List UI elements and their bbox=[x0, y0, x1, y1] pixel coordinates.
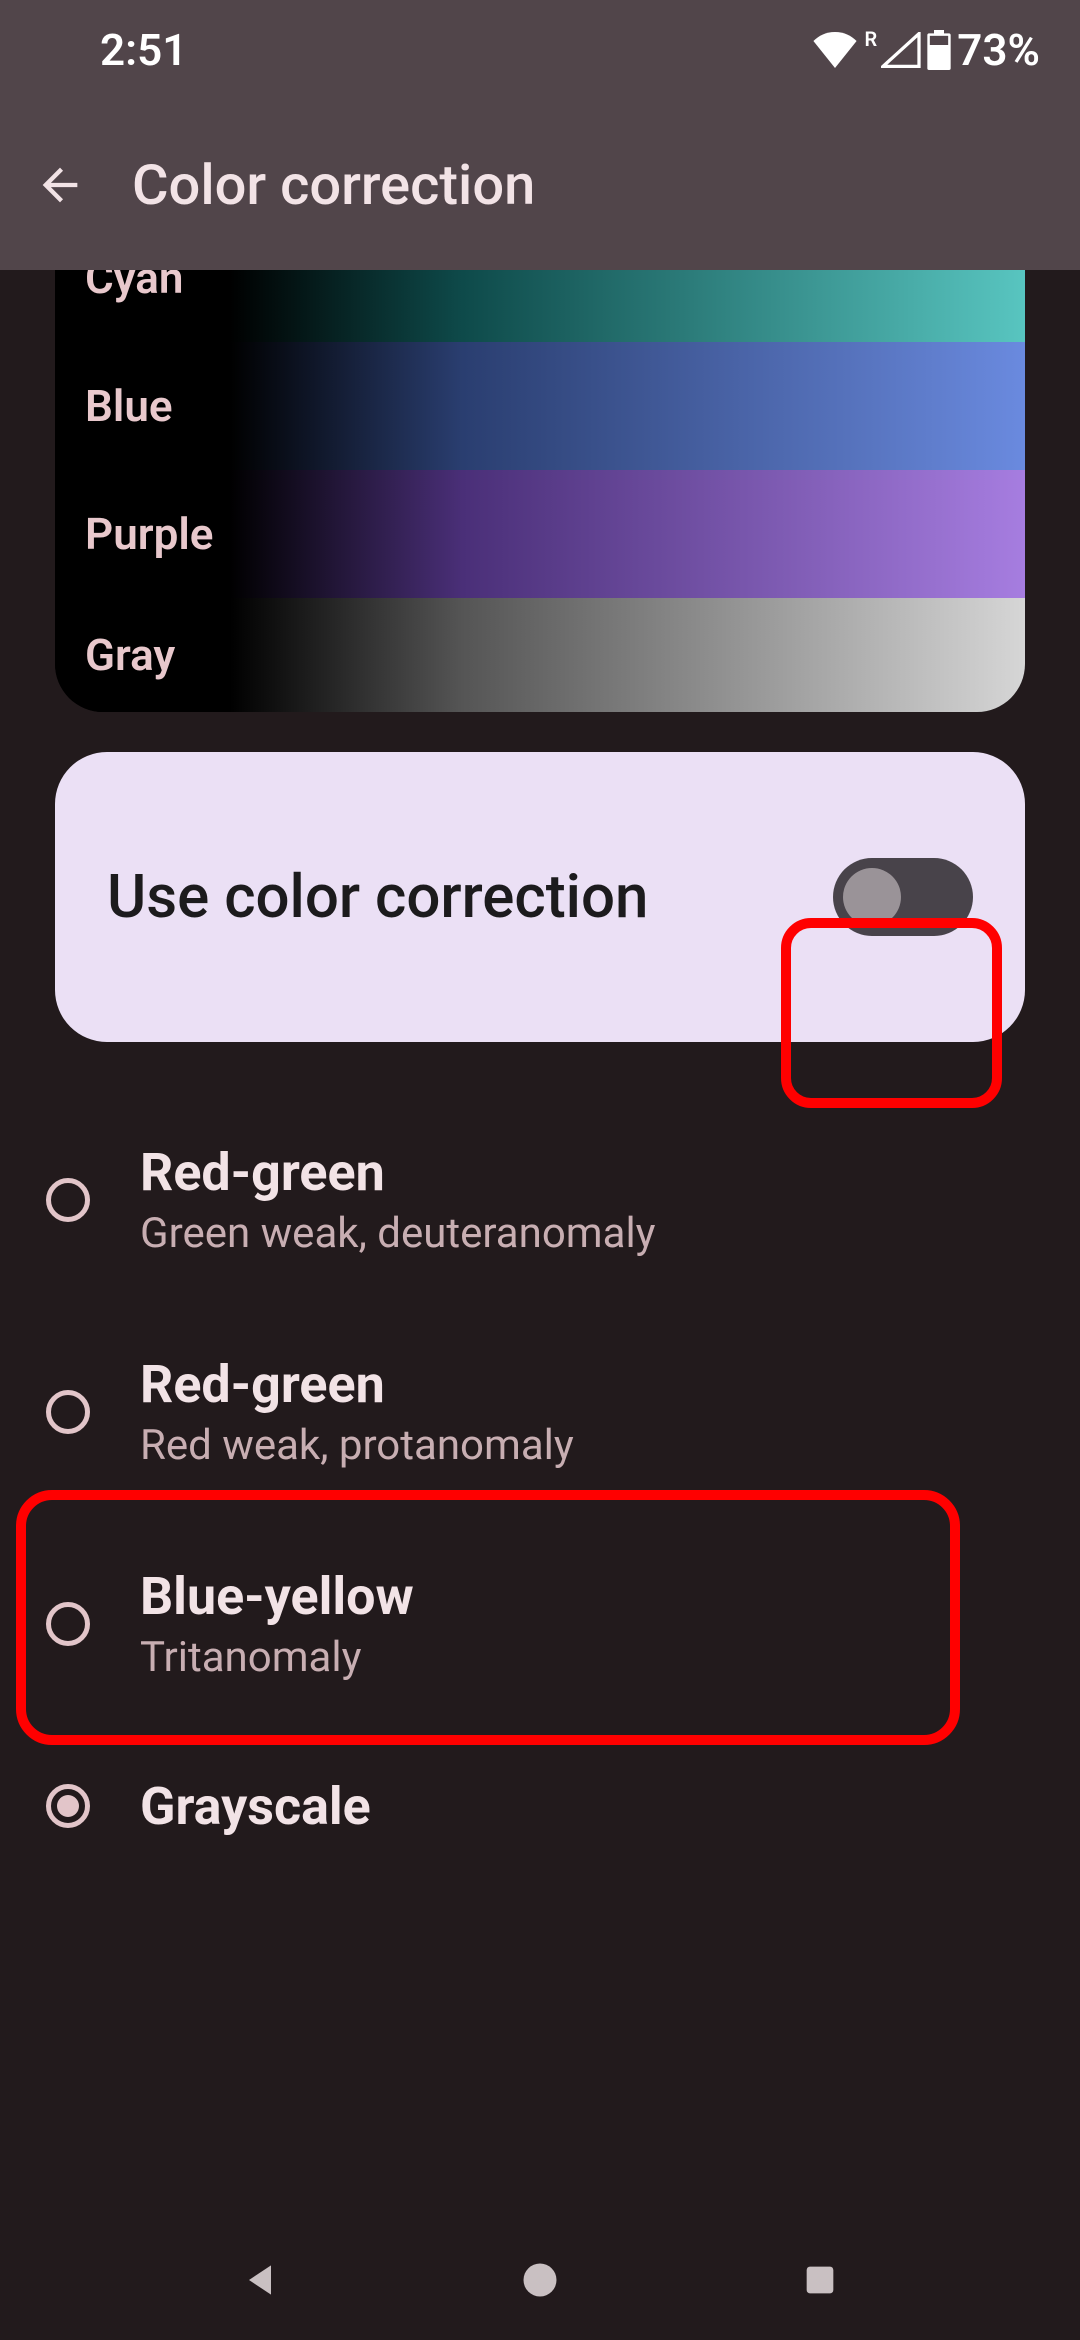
back-button[interactable] bbox=[28, 153, 92, 217]
nav-back-button[interactable] bbox=[230, 2250, 290, 2310]
annotation-highlight-option bbox=[16, 1490, 960, 1745]
preview-row-gray: Gray bbox=[55, 598, 1025, 712]
preview-row-blue: Blue bbox=[55, 342, 1025, 470]
preview-label: Gray bbox=[85, 629, 175, 681]
preview-row-cyan: Cyan bbox=[55, 270, 1025, 342]
cell-signal-icon bbox=[881, 32, 921, 68]
square-recent-icon bbox=[800, 2260, 840, 2300]
option-grayscale[interactable]: Grayscale bbox=[0, 1722, 1080, 1882]
nav-recent-button[interactable] bbox=[790, 2250, 850, 2310]
battery-icon bbox=[927, 30, 951, 70]
radio-icon bbox=[46, 1784, 90, 1828]
option-subtitle: Red weak, protanomaly bbox=[140, 1421, 574, 1470]
preview-row-purple: Purple bbox=[55, 470, 1025, 598]
triangle-back-icon bbox=[238, 2258, 282, 2302]
arrow-left-icon bbox=[34, 159, 86, 211]
network-letter: R bbox=[865, 27, 878, 51]
preview-label: Blue bbox=[85, 380, 173, 432]
page-title: Color correction bbox=[132, 152, 535, 218]
option-title: Red-green bbox=[140, 1142, 656, 1203]
option-deuteranomaly[interactable]: Red-green Green weak, deuteranomaly bbox=[0, 1102, 1080, 1298]
radio-icon bbox=[46, 1390, 90, 1434]
option-title: Red-green bbox=[140, 1354, 574, 1415]
nav-home-button[interactable] bbox=[510, 2250, 570, 2310]
wifi-icon bbox=[813, 32, 857, 68]
annotation-highlight-toggle bbox=[781, 918, 1002, 1108]
circle-home-icon bbox=[518, 2258, 562, 2302]
option-title: Grayscale bbox=[140, 1776, 371, 1837]
battery-percent: 73% bbox=[957, 24, 1040, 76]
preview-label: Cyan bbox=[85, 270, 184, 304]
status-time: 2:51 bbox=[100, 24, 187, 76]
radio-icon bbox=[46, 1178, 90, 1222]
status-icons: R 73% bbox=[813, 24, 1040, 76]
option-subtitle: Green weak, deuteranomaly bbox=[140, 1209, 656, 1258]
toggle-label: Use color correction bbox=[107, 858, 648, 936]
app-bar: Color correction bbox=[0, 100, 1080, 270]
system-nav-bar bbox=[0, 2220, 1080, 2340]
content-area: Green Cyan Blue Purple Gray Use color co… bbox=[0, 270, 1080, 2220]
color-preview-card: Green Cyan Blue Purple Gray bbox=[55, 270, 1025, 712]
preview-label: Purple bbox=[85, 508, 213, 560]
status-bar: 2:51 R 73% bbox=[0, 0, 1080, 100]
